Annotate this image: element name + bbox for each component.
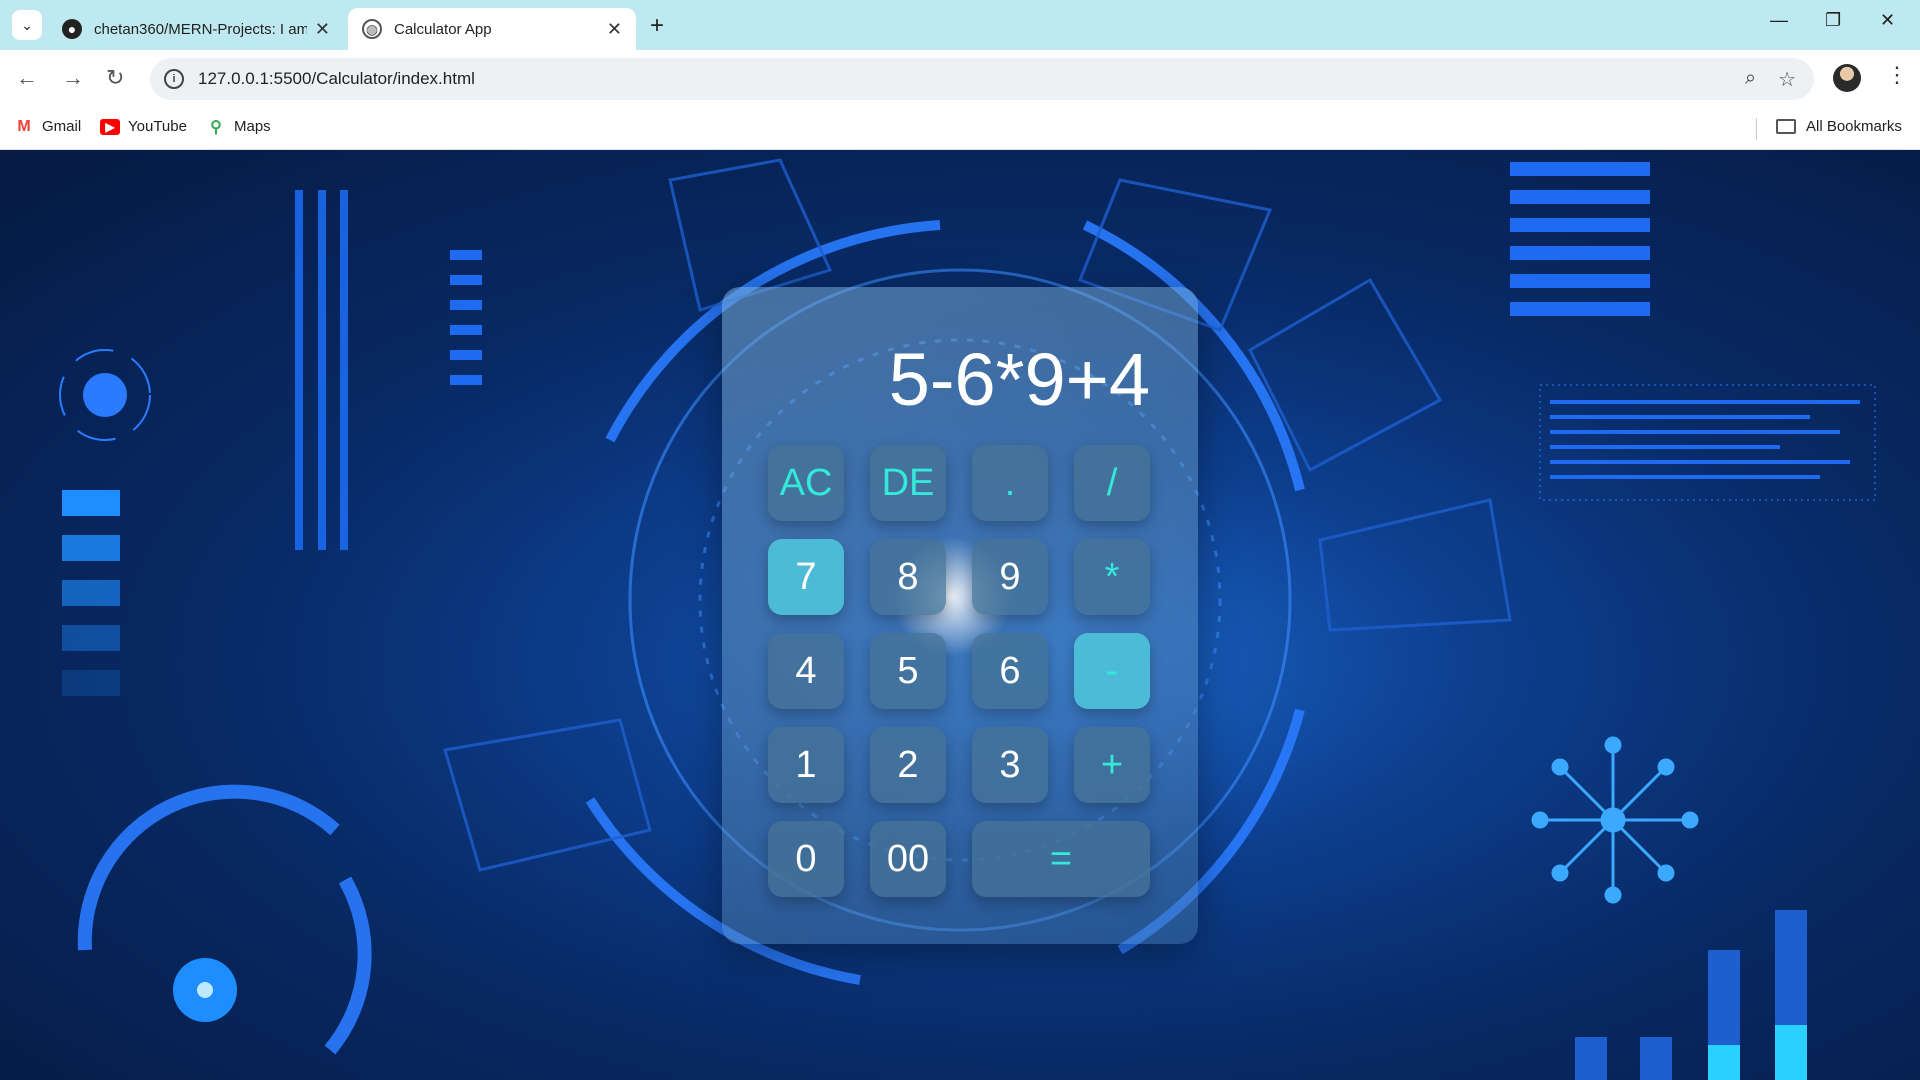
minimize-button[interactable]: — [1770, 10, 1788, 31]
folder-icon [1776, 119, 1796, 134]
key-decimal[interactable]: . [972, 445, 1048, 521]
key-divide[interactable]: / [1074, 445, 1150, 521]
tab-title: Calculator App [394, 20, 492, 38]
globe-icon: ◍ [362, 19, 382, 39]
tab-github[interactable]: ● chetan360/MERN-Projects: I am ✕ [48, 8, 344, 50]
tab-strip: ⌄ ● chetan360/MERN-Projects: I am ✕ ◍ Ca… [0, 0, 1920, 50]
bookmark-star-icon[interactable]: ☆ [1778, 67, 1796, 92]
bookmark-label: Gmail [42, 118, 82, 135]
close-icon[interactable]: ✕ [315, 19, 330, 40]
gmail-icon: M [17, 117, 31, 135]
menu-icon[interactable]: ⋮ [1886, 62, 1908, 88]
key-subtract[interactable]: - [1074, 633, 1150, 709]
key-4[interactable]: 4 [768, 633, 844, 709]
maps-icon: ⚲ [210, 118, 222, 136]
bookmarks-divider [1756, 118, 1757, 140]
all-bookmarks-label: All Bookmarks [1806, 118, 1902, 135]
key-add[interactable]: + [1074, 727, 1150, 803]
profile-avatar[interactable] [1833, 64, 1861, 92]
key-5[interactable]: 5 [870, 633, 946, 709]
tab-calculator[interactable]: ◍ Calculator App ✕ [348, 8, 636, 50]
key-ac[interactable]: AC [768, 445, 844, 521]
close-icon[interactable]: ✕ [607, 19, 622, 40]
window-close-button[interactable]: ✕ [1880, 10, 1895, 31]
site-info-icon[interactable]: i [164, 69, 184, 89]
key-multiply[interactable]: * [1074, 539, 1150, 615]
youtube-icon: ▶ [100, 118, 120, 135]
key-00[interactable]: 00 [870, 821, 946, 897]
key-9[interactable]: 9 [972, 539, 1048, 615]
key-8[interactable]: 8 [870, 539, 946, 615]
key-0[interactable]: 0 [768, 821, 844, 897]
reload-button[interactable]: ↻ [106, 65, 124, 91]
key-3[interactable]: 3 [972, 727, 1048, 803]
key-7[interactable]: 7 [768, 539, 844, 615]
bookmark-label: Maps [234, 118, 271, 135]
bookmark-gmail[interactable]: M Gmail [14, 117, 82, 136]
calculator: 5-6*9+4 AC DE . / 7 8 9 * 4 5 6 - 1 2 3 … [722, 287, 1198, 944]
key-equals[interactable]: = [972, 821, 1150, 897]
key-6[interactable]: 6 [972, 633, 1048, 709]
tab-title: chetan360/MERN-Projects: I am [94, 20, 307, 38]
back-button[interactable]: ← [16, 65, 38, 91]
key-2[interactable]: 2 [870, 727, 946, 803]
bookmarks-bar: M Gmail ▶ YouTube ⚲ Maps All Bookmarks [0, 108, 1920, 150]
browser-toolbar: ← → ↻ i 127.0.0.1:5500/Calculator/index.… [0, 50, 1920, 108]
bookmark-youtube[interactable]: ▶ YouTube [100, 118, 187, 135]
forward-button[interactable]: → [62, 65, 84, 91]
address-bar[interactable]: i 127.0.0.1:5500/Calculator/index.html ⌕… [150, 58, 1814, 100]
calculator-display: 5-6*9+4 [888, 338, 1150, 421]
zoom-icon[interactable]: ⌕ [1745, 67, 1756, 92]
bookmark-label: YouTube [128, 118, 187, 135]
all-bookmarks-button[interactable]: All Bookmarks [1776, 118, 1902, 135]
key-de[interactable]: DE [870, 445, 946, 521]
restore-button[interactable]: ❐ [1825, 10, 1841, 31]
new-tab-button[interactable]: + [650, 12, 664, 40]
page-viewport: 5-6*9+4 AC DE . / 7 8 9 * 4 5 6 - 1 2 3 … [0, 150, 1920, 1080]
tab-search-button[interactable]: ⌄ [12, 10, 42, 40]
url-text[interactable]: 127.0.0.1:5500/Calculator/index.html [198, 69, 475, 89]
chevron-down-icon: ⌄ [21, 16, 33, 33]
github-icon: ● [62, 19, 82, 39]
bookmark-maps[interactable]: ⚲ Maps [206, 118, 271, 136]
key-1[interactable]: 1 [768, 727, 844, 803]
